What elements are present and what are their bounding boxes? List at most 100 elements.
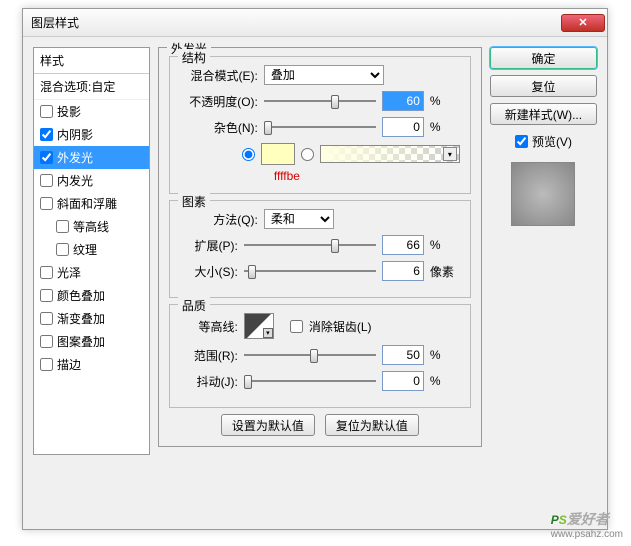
contour-swatch[interactable]: ▾ [244, 313, 274, 339]
gradient-swatch[interactable]: ▾ [320, 145, 460, 163]
contour-label: 等高线: [180, 318, 238, 335]
quality-group: 品质 等高线: ▾ 消除锯齿(L) 范围(R): % 抖动(J): [169, 304, 471, 408]
style-item-6[interactable]: 纹理 [34, 238, 149, 261]
style-item-1[interactable]: 内阴影 [34, 123, 149, 146]
blend-mode-select[interactable]: 叠加 [264, 65, 384, 85]
elements-group: 图素 方法(Q): 柔和 扩展(P): % 大小(S): [169, 200, 471, 298]
jitter-label: 抖动(J): [180, 373, 238, 390]
noise-label: 杂色(N): [180, 119, 258, 136]
size-unit: 像素 [430, 263, 460, 280]
style-label: 外发光 [57, 149, 93, 166]
jitter-unit: % [430, 374, 460, 388]
style-item-8[interactable]: 颜色叠加 [34, 284, 149, 307]
style-item-5[interactable]: 等高线 [34, 215, 149, 238]
chevron-down-icon[interactable]: ▾ [443, 147, 457, 161]
size-slider[interactable] [244, 262, 376, 280]
range-label: 范围(R): [180, 347, 238, 364]
noise-input[interactable] [382, 117, 424, 137]
noise-slider[interactable] [264, 118, 376, 136]
style-label: 等高线 [73, 218, 109, 235]
preview-row[interactable]: 预览(V) [490, 133, 597, 150]
color-radio[interactable] [242, 148, 255, 161]
new-style-button[interactable]: 新建样式(W)... [490, 103, 597, 125]
style-label: 斜面和浮雕 [57, 195, 117, 212]
dialog-buttons: 确定 复位 新建样式(W)... 预览(V) [490, 47, 597, 455]
layer-style-dialog: 图层样式 ✕ 样式 混合选项:自定 投影内阴影外发光内发光斜面和浮雕等高线纹理光… [22, 8, 608, 530]
style-label: 光泽 [57, 264, 81, 281]
style-item-7[interactable]: 光泽 [34, 261, 149, 284]
styles-header[interactable]: 样式 [34, 48, 149, 74]
style-label: 渐变叠加 [57, 310, 105, 327]
style-item-3[interactable]: 内发光 [34, 169, 149, 192]
range-input[interactable] [382, 345, 424, 365]
quality-legend: 品质 [178, 297, 210, 314]
style-item-0[interactable]: 投影 [34, 100, 149, 123]
style-label: 纹理 [73, 241, 97, 258]
style-checkbox[interactable] [40, 197, 53, 210]
jitter-input[interactable] [382, 371, 424, 391]
style-item-10[interactable]: 图案叠加 [34, 330, 149, 353]
style-checkbox[interactable] [40, 312, 53, 325]
opacity-label: 不透明度(O): [180, 93, 258, 110]
range-slider[interactable] [244, 346, 376, 364]
elements-legend: 图素 [178, 193, 210, 210]
style-label: 颜色叠加 [57, 287, 105, 304]
size-input[interactable] [382, 261, 424, 281]
outer-glow-group: 外发光 结构 混合模式(E): 叠加 不透明度(O): % [158, 47, 482, 447]
reset-default-button[interactable]: 复位为默认值 [325, 414, 419, 436]
antialias-label: 消除锯齿(L) [309, 318, 372, 335]
style-item-11[interactable]: 描边 [34, 353, 149, 376]
titlebar: 图层样式 ✕ [23, 9, 607, 37]
close-button[interactable]: ✕ [561, 14, 605, 32]
style-item-4[interactable]: 斜面和浮雕 [34, 192, 149, 215]
style-label: 描边 [57, 356, 81, 373]
chevron-down-icon[interactable]: ▾ [263, 328, 273, 338]
spread-unit: % [430, 238, 460, 252]
style-checkbox[interactable] [40, 174, 53, 187]
styles-panel: 样式 混合选项:自定 投影内阴影外发光内发光斜面和浮雕等高线纹理光泽颜色叠加渐变… [33, 47, 150, 455]
style-label: 内阴影 [57, 126, 93, 143]
spread-slider[interactable] [244, 236, 376, 254]
blend-options-row[interactable]: 混合选项:自定 [34, 74, 149, 100]
style-checkbox[interactable] [40, 151, 53, 164]
preview-thumbnail [511, 162, 575, 226]
noise-unit: % [430, 120, 460, 134]
watermark: PS爱好者 www.psahz.com [551, 508, 623, 540]
opacity-slider[interactable] [264, 92, 376, 110]
style-item-9[interactable]: 渐变叠加 [34, 307, 149, 330]
style-checkbox[interactable] [56, 243, 69, 256]
style-checkbox[interactable] [56, 220, 69, 233]
color-swatch[interactable] [261, 143, 295, 165]
range-unit: % [430, 348, 460, 362]
style-checkbox[interactable] [40, 289, 53, 302]
spread-label: 扩展(P): [180, 237, 238, 254]
ok-button[interactable]: 确定 [490, 47, 597, 69]
size-label: 大小(S): [180, 263, 238, 280]
style-checkbox[interactable] [40, 105, 53, 118]
technique-label: 方法(Q): [180, 211, 258, 228]
jitter-slider[interactable] [244, 372, 376, 390]
window-title: 图层样式 [31, 14, 561, 31]
style-item-2[interactable]: 外发光 [34, 146, 149, 169]
style-checkbox[interactable] [40, 266, 53, 279]
cancel-button[interactable]: 复位 [490, 75, 597, 97]
style-checkbox[interactable] [40, 128, 53, 141]
style-label: 内发光 [57, 172, 93, 189]
structure-group: 结构 混合模式(E): 叠加 不透明度(O): % 杂色(N): [169, 56, 471, 194]
structure-legend: 结构 [178, 49, 210, 66]
preview-label: 预览(V) [532, 133, 572, 150]
effect-settings: 外发光 结构 混合模式(E): 叠加 不透明度(O): % [158, 47, 482, 455]
style-label: 图案叠加 [57, 333, 105, 350]
set-default-button[interactable]: 设置为默认值 [221, 414, 315, 436]
antialias-checkbox[interactable] [290, 320, 303, 333]
gradient-radio[interactable] [301, 148, 314, 161]
technique-select[interactable]: 柔和 [264, 209, 334, 229]
opacity-input[interactable] [382, 91, 424, 111]
opacity-unit: % [430, 94, 460, 108]
style-checkbox[interactable] [40, 335, 53, 348]
color-hex-label: ffffbe [274, 169, 460, 183]
style-checkbox[interactable] [40, 358, 53, 371]
blend-mode-label: 混合模式(E): [180, 67, 258, 84]
spread-input[interactable] [382, 235, 424, 255]
preview-checkbox[interactable] [515, 135, 528, 148]
